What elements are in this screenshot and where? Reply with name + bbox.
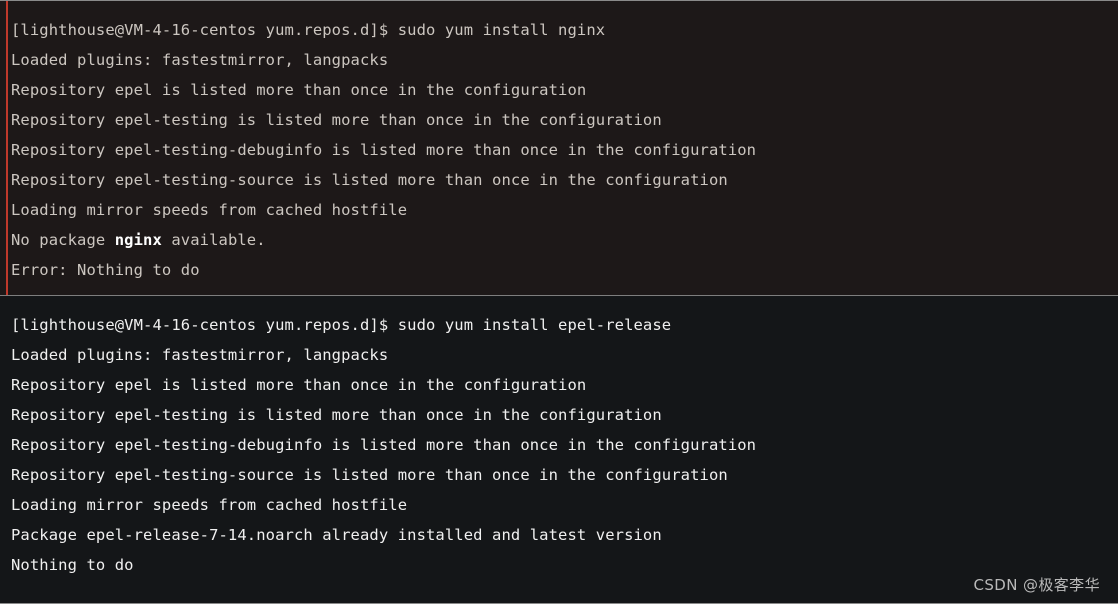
terminal-line: [lighthouse@VM-4-16-centos yum.repos.d]$… xyxy=(11,316,672,334)
terminal-line-emphasis: nginx xyxy=(114,231,162,249)
terminal-line: Repository epel-testing-debuginfo is lis… xyxy=(11,436,757,454)
terminal-output-epel: [lighthouse@VM-4-16-centos yum.repos.d]$… xyxy=(0,310,1118,580)
terminal-line: No package nginx available. xyxy=(11,231,266,249)
terminal-line: Nothing to do xyxy=(11,556,134,574)
terminal-line: Repository epel-testing-debuginfo is lis… xyxy=(11,141,757,159)
terminal-line: Loaded plugins: fastestmirror, langpacks xyxy=(11,51,389,69)
terminal-line: Repository epel-testing-source is listed… xyxy=(11,171,728,189)
terminal-line: Repository epel-testing is listed more t… xyxy=(11,111,662,129)
terminal-block-nginx-install[interactable]: [lighthouse@VM-4-16-centos yum.repos.d]$… xyxy=(0,1,1118,295)
terminal-line: Repository epel-testing is listed more t… xyxy=(11,406,662,424)
terminal-line: Error: Nothing to do xyxy=(11,261,200,279)
terminal-line: Repository epel is listed more than once… xyxy=(11,81,587,99)
terminal-screenshot: [lighthouse@VM-4-16-centos yum.repos.d]$… xyxy=(0,0,1118,604)
terminal-line: [lighthouse@VM-4-16-centos yum.repos.d]$… xyxy=(11,21,606,39)
terminal-line: Repository epel-testing-source is listed… xyxy=(11,466,728,484)
terminal-output-nginx: [lighthouse@VM-4-16-centos yum.repos.d]$… xyxy=(0,15,1118,285)
terminal-line: Package epel-release-7-14.noarch already… xyxy=(11,526,662,544)
terminal-line: Loaded plugins: fastestmirror, langpacks xyxy=(11,346,389,364)
terminal-block-epel-release-install[interactable]: [lighthouse@VM-4-16-centos yum.repos.d]$… xyxy=(0,295,1118,603)
terminal-line: Repository epel is listed more than once… xyxy=(11,376,587,394)
terminal-line: Loading mirror speeds from cached hostfi… xyxy=(11,201,408,219)
terminal-line: Loading mirror speeds from cached hostfi… xyxy=(11,496,408,514)
